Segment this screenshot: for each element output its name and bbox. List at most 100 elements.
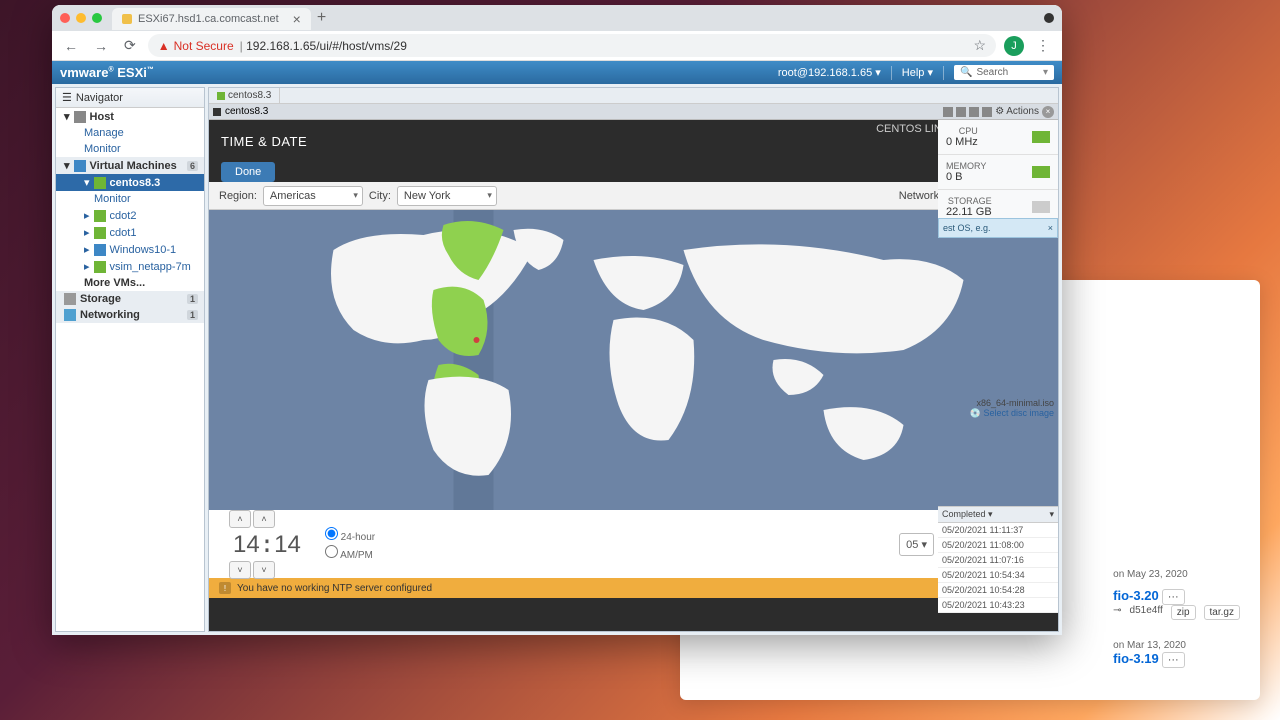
- tab-title: ESXi67.hsd1.ca.comcast.net: [138, 13, 279, 25]
- vm-centos83[interactable]: ▾ centos8.3: [56, 174, 204, 191]
- radio-24hour[interactable]: 24-hour: [325, 526, 375, 544]
- tasks-header[interactable]: Completed ▾: [942, 509, 993, 520]
- tab-close-icon[interactable]: ×: [293, 11, 301, 27]
- hour-up[interactable]: ˄: [229, 510, 251, 528]
- search-icon: 🔍: [960, 67, 972, 78]
- region-label: Region:: [219, 190, 257, 202]
- browser-tab[interactable]: ESXi67.hsd1.ca.comcast.net ×: [112, 8, 311, 30]
- console-icon: [213, 108, 221, 116]
- forward-button[interactable]: →: [90, 36, 112, 56]
- console-btn-3[interactable]: [969, 107, 979, 117]
- vm-windows10[interactable]: ▸ Windows10-1: [56, 241, 204, 258]
- vm-tabs: centos8.3: [209, 88, 1058, 104]
- console-bar: centos8.3 ⚙Actions ×: [209, 104, 1058, 120]
- vm-tab-icon: [217, 92, 225, 100]
- time-controls: ˄˄ 14:14 ˅˅ 24-hour AM/PM 05 ▾ /: [209, 510, 1058, 578]
- task-row[interactable]: 05/20/2021 11:08:00: [938, 538, 1058, 553]
- radio-ampm[interactable]: AM/PM: [325, 544, 375, 562]
- search-input[interactable]: 🔍 Search ▾: [954, 65, 1054, 80]
- vm-icon: [94, 227, 106, 239]
- release-date: on May 23, 2020: [1113, 569, 1240, 580]
- ntp-warning: ! You have no working NTP server configu…: [209, 578, 1058, 598]
- menu-icon[interactable]: ⋮: [1032, 35, 1054, 56]
- task-list: Completed ▾ ▾ 05/20/2021 11:11:37 05/20/2…: [938, 506, 1058, 613]
- host-manage[interactable]: Manage: [56, 125, 204, 141]
- window-minimize[interactable]: [76, 13, 86, 23]
- reload-button[interactable]: ⟳: [120, 35, 140, 56]
- commit-icon: ⊸: [1113, 605, 1121, 620]
- more-vms[interactable]: More VMs...: [56, 275, 204, 291]
- guest-os-hint: est OS, e.g. ×: [938, 218, 1058, 238]
- release-menu-2[interactable]: ···: [1162, 652, 1185, 668]
- host-monitor[interactable]: Monitor: [56, 141, 204, 157]
- task-row[interactable]: 05/20/2021 10:54:28: [938, 583, 1058, 598]
- time-display: 14:14: [229, 530, 305, 559]
- tab-bar: ESXi67.hsd1.ca.comcast.net × +: [52, 5, 1062, 31]
- timezone-toolbar: Region: Americas City: New York Network …: [209, 182, 1058, 210]
- host-node[interactable]: ▾ Host: [56, 108, 204, 125]
- location-marker: [474, 337, 480, 343]
- task-row[interactable]: 05/20/2021 11:07:16: [938, 553, 1058, 568]
- vms-node[interactable]: ▾ Virtual Machines6: [56, 157, 204, 174]
- esxi-header: vmware® ESXi™ root@192.168.1.65 ▾ Help ▾…: [52, 61, 1062, 84]
- vm-cdot1[interactable]: ▸ cdot1: [56, 224, 204, 241]
- tab-favicon: [122, 14, 132, 24]
- networking-icon: [64, 309, 76, 321]
- month-select[interactable]: 05 ▾: [899, 533, 934, 556]
- incognito-icon: [1044, 13, 1054, 23]
- task-row[interactable]: 05/20/2021 10:54:34: [938, 568, 1058, 583]
- task-row[interactable]: 05/20/2021 10:43:23: [938, 598, 1058, 613]
- done-button[interactable]: Done: [221, 162, 275, 182]
- hour-down[interactable]: ˅: [229, 561, 251, 579]
- storage-node[interactable]: Storage1: [56, 291, 204, 307]
- search-dropdown-icon[interactable]: ▾: [1043, 67, 1048, 78]
- browser-window: ESXi67.hsd1.ca.comcast.net × + ← → ⟳ ▲ No…: [52, 5, 1062, 635]
- world-map[interactable]: [209, 210, 1058, 510]
- console-btn-4[interactable]: [982, 107, 992, 117]
- window-maximize[interactable]: [92, 13, 102, 23]
- gear-icon: ⚙: [995, 106, 1004, 117]
- region-select[interactable]: Americas: [263, 186, 363, 206]
- hint-close-icon[interactable]: ×: [1048, 223, 1053, 233]
- console-close[interactable]: ×: [1042, 106, 1054, 118]
- select-disc-link[interactable]: 💿 Select disc image: [944, 408, 1054, 419]
- console-btn-1[interactable]: [943, 107, 953, 117]
- url-field[interactable]: ▲Not Secure | 192.168.1.65/ui/#/host/vms…: [148, 34, 996, 57]
- warning-icon: ▲: [158, 39, 170, 53]
- back-button[interactable]: ←: [60, 36, 82, 56]
- networking-node[interactable]: Networking1: [56, 307, 204, 323]
- tasks-expand-icon[interactable]: ▾: [1049, 509, 1054, 520]
- release-title-2[interactable]: fio-3.19: [1113, 651, 1159, 666]
- memory-icon: [1032, 166, 1050, 178]
- vm-icon: [94, 210, 106, 222]
- storage-icon: [64, 293, 76, 305]
- stats-panel: CPU0 MHz MEMORY0 B STORAGE22.11 GB: [938, 120, 1058, 225]
- new-tab-button[interactable]: +: [317, 9, 326, 27]
- commit-hash[interactable]: d51e4ff: [1130, 605, 1163, 620]
- console-btn-2[interactable]: [956, 107, 966, 117]
- user-dropdown[interactable]: root@192.168.1.65 ▾: [778, 66, 881, 79]
- navigator-sidebar: ☰ Navigator ▾ Host Manage Monitor ▾ Virt…: [55, 87, 205, 632]
- city-select[interactable]: New York: [397, 186, 497, 206]
- window-close[interactable]: [60, 13, 70, 23]
- host-icon: [74, 111, 86, 123]
- vm-monitor[interactable]: Monitor: [56, 191, 204, 207]
- asset-tar[interactable]: tar.gz: [1204, 605, 1240, 620]
- vm-cdot2[interactable]: ▸ cdot2: [56, 207, 204, 224]
- task-row[interactable]: 05/20/2021 11:11:37: [938, 523, 1058, 538]
- help-dropdown[interactable]: Help ▾: [902, 66, 933, 79]
- asset-zip[interactable]: zip: [1171, 605, 1196, 620]
- actions-dropdown[interactable]: ⚙Actions: [995, 106, 1039, 117]
- vm-tab-1[interactable]: centos8.3: [209, 88, 280, 103]
- address-bar: ← → ⟳ ▲Not Secure | 192.168.1.65/ui/#/ho…: [52, 31, 1062, 61]
- bookmark-icon[interactable]: ☆: [973, 37, 986, 54]
- map-svg: [209, 210, 1058, 510]
- profile-avatar[interactable]: J: [1004, 36, 1024, 56]
- release-menu[interactable]: ···: [1162, 589, 1185, 605]
- min-up[interactable]: ˄: [253, 510, 275, 528]
- vm-vsim[interactable]: ▸ vsim_netapp-7m: [56, 258, 204, 275]
- release-title[interactable]: fio-3.20: [1113, 588, 1159, 603]
- not-secure-label: Not Secure: [174, 39, 234, 53]
- console-title: centos8.3: [225, 106, 268, 117]
- min-down[interactable]: ˅: [253, 561, 275, 579]
